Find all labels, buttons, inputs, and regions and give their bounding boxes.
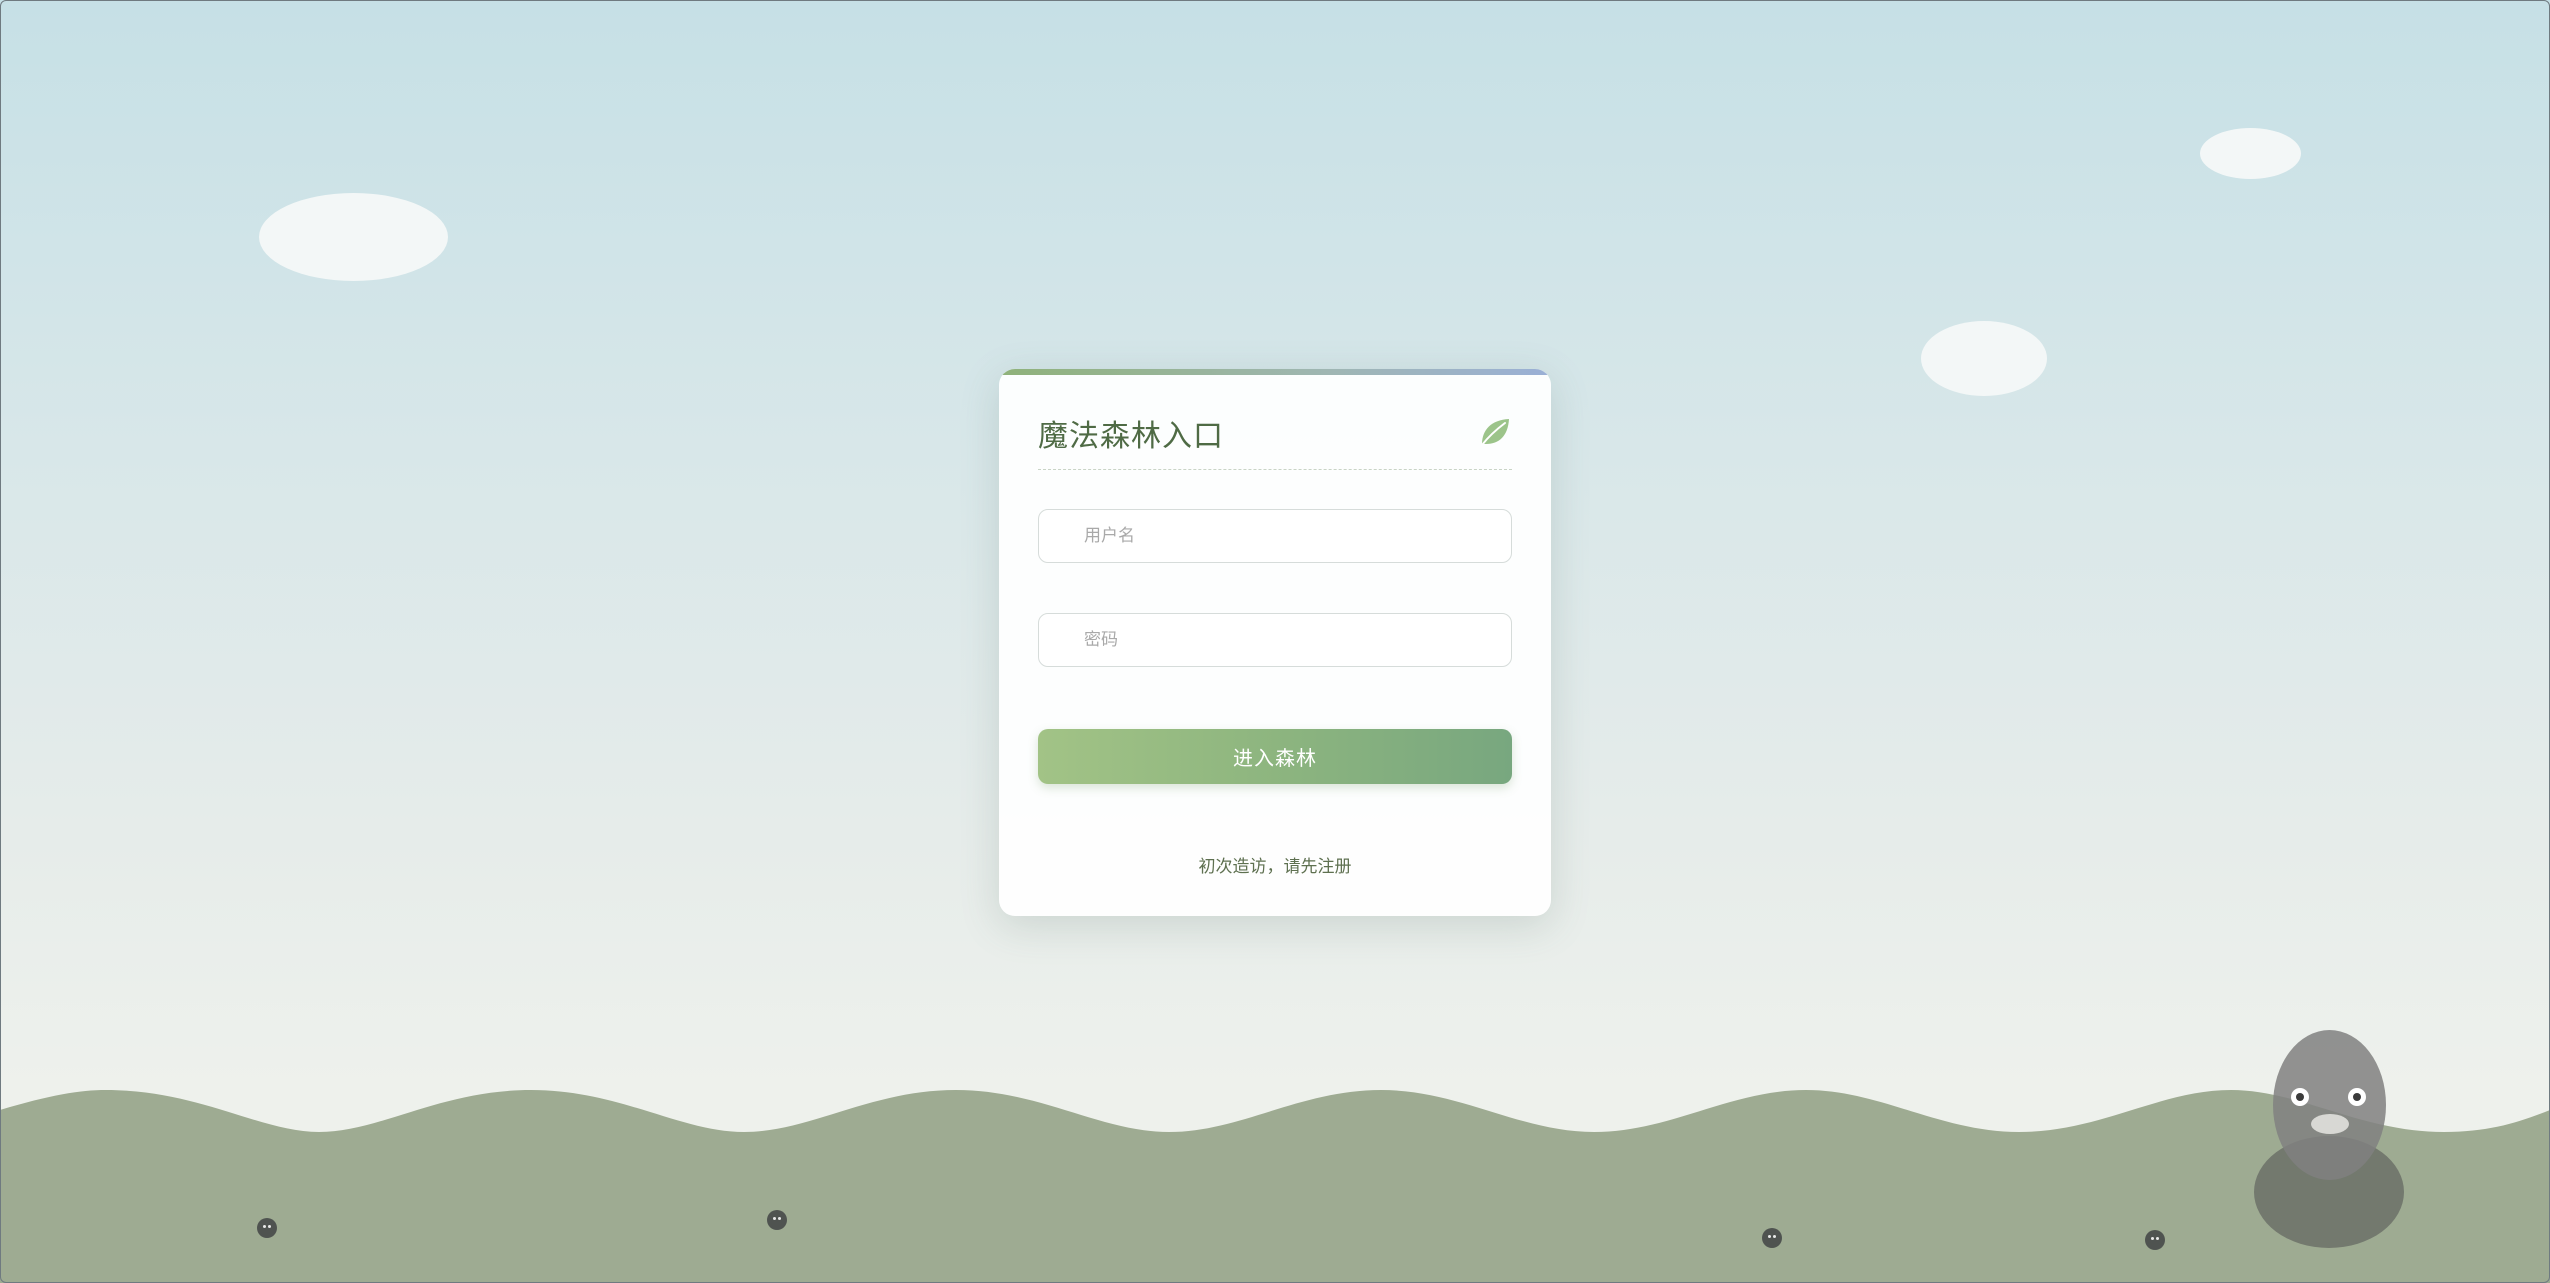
cloud [259, 193, 448, 281]
forest-spirit-eye [2348, 1088, 2366, 1106]
rolling-hills [0, 1090, 2550, 1283]
password-input[interactable] [1039, 614, 1511, 666]
cloud [2200, 128, 2301, 179]
forest-spirit-mouth [2311, 1114, 2349, 1134]
forest-spirit-head [2273, 1030, 2386, 1180]
register-link[interactable]: 初次造访，请先注册 [999, 852, 1551, 877]
soot-sprite [767, 1210, 787, 1230]
enter-forest-button[interactable]: 进入森林 [1038, 729, 1512, 784]
username-field [1038, 509, 1512, 563]
soot-sprite [1762, 1228, 1782, 1248]
soot-sprite [2145, 1230, 2165, 1250]
soot-sprite [257, 1218, 277, 1238]
card-accent-bar [999, 369, 1551, 375]
title-divider [1038, 469, 1512, 470]
leaf-icon [1481, 419, 1509, 446]
login-card: 魔法森林入口 进入森林 初次造访，请先注册 [999, 369, 1551, 916]
username-input[interactable] [1039, 510, 1511, 562]
forest-spirit-eye [2291, 1088, 2309, 1106]
cloud [1921, 321, 2047, 396]
page-title: 魔法森林入口 [1038, 419, 1224, 454]
password-field [1038, 613, 1512, 667]
